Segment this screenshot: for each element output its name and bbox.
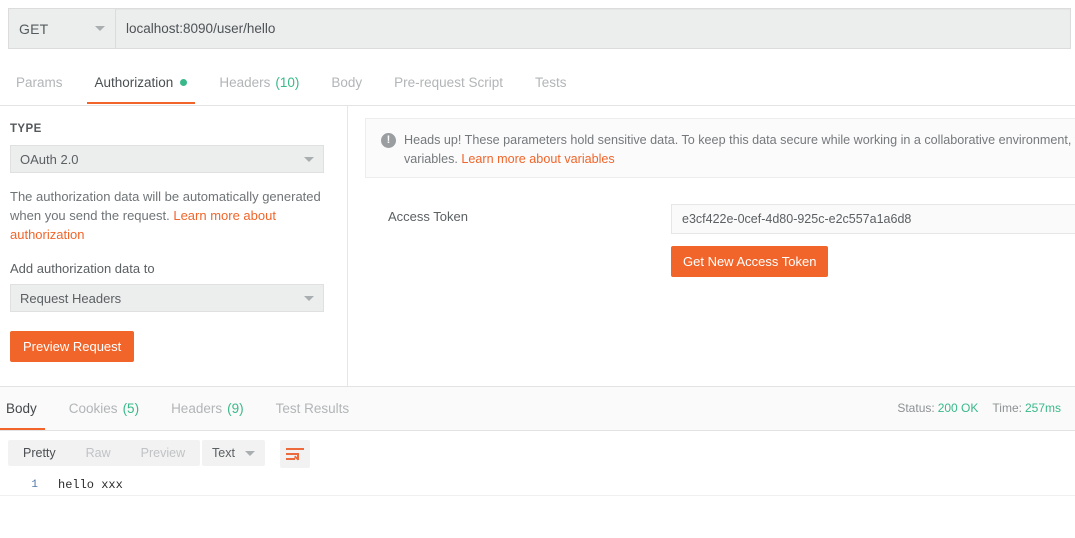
access-token-input[interactable]: e3cf422e-0cef-4d80-925c-e2c557a1a6d8 <box>671 204 1075 234</box>
response-format-value: Text <box>212 446 235 460</box>
url-value: localhost:8090/user/hello <box>126 21 276 36</box>
tab-headers-count: (10) <box>275 75 300 90</box>
time-value: 257ms <box>1024 401 1061 415</box>
learn-more-variables-link[interactable]: Learn more about variables <box>461 152 614 166</box>
wrap-lines-icon[interactable] <box>280 440 310 468</box>
tab-pre-request-script[interactable]: Pre-request Script <box>378 61 519 104</box>
tab-body-label: Body <box>331 75 363 90</box>
response-tab-test-results[interactable]: Test Results <box>260 387 366 430</box>
chevron-down-icon <box>304 156 314 162</box>
auth-active-dot-icon <box>180 79 188 86</box>
banner-message: Heads up! These parameters hold sensitiv… <box>404 131 1075 169</box>
status-label: Status: <box>897 401 935 415</box>
add-auth-data-value: Request Headers <box>20 290 122 306</box>
auth-help-text: The authorization data will be automatic… <box>10 187 328 244</box>
response-meta: Status: 200 OK Time: 257ms <box>897 401 1075 415</box>
response-tab-cookies[interactable]: Cookies (5) <box>53 387 155 430</box>
tab-tests-label: Tests <box>534 75 567 90</box>
tab-params-label: Params <box>16 75 63 90</box>
response-tab-body-label: Body <box>6 401 37 416</box>
chevron-down-icon <box>95 26 105 31</box>
response-tab-headers-label: Headers <box>171 401 223 416</box>
chevron-down-icon <box>244 450 255 456</box>
response-tab-headers-count: (9) <box>227 401 244 416</box>
response-tab-body[interactable]: Body <box>0 387 53 430</box>
response-view-mode-group: Pretty Raw Preview <box>8 440 201 466</box>
http-method-value: GET <box>19 20 49 37</box>
view-mode-pretty[interactable]: Pretty <box>8 440 71 466</box>
response-view-bar: Pretty Raw Preview Text <box>0 431 1075 475</box>
tab-tests[interactable]: Tests <box>519 61 583 104</box>
authorization-config-panel: TYPE OAuth 2.0 The authorization data wi… <box>0 105 348 386</box>
tab-params[interactable]: Params <box>0 61 79 104</box>
access-token-value: e3cf422e-0cef-4d80-925c-e2c557a1a6d8 <box>682 212 912 226</box>
preview-request-button[interactable]: Preview Request <box>10 331 135 362</box>
response-body-viewer[interactable]: 1 hello xxx <box>0 475 1075 538</box>
response-tabs: Body Cookies (5) Headers (9) Test Result… <box>0 387 365 430</box>
view-mode-preview[interactable]: Preview <box>126 440 200 466</box>
tab-authorization-label: Authorization <box>94 75 174 90</box>
http-method-select[interactable]: GET <box>8 8 115 49</box>
authorization-details-panel: ! Heads up! These parameters hold sensit… <box>349 105 1075 386</box>
chevron-down-icon <box>304 295 314 301</box>
line-number: 1 <box>31 479 38 491</box>
time-label: Time: <box>992 401 1022 415</box>
get-new-access-token-button[interactable]: Get New Access Token <box>671 246 829 277</box>
response-tab-cookies-label: Cookies <box>68 401 118 416</box>
tab-headers[interactable]: Headers (10) <box>203 61 315 104</box>
tab-headers-label: Headers <box>219 75 271 90</box>
response-tab-cookies-count: (5) <box>122 401 140 416</box>
url-input[interactable]: localhost:8090/user/hello <box>115 8 1071 49</box>
postman-window: GET localhost:8090/user/hello Params Aut… <box>0 0 1075 538</box>
sensitive-data-banner: ! Heads up! These parameters hold sensit… <box>365 118 1075 178</box>
view-mode-raw[interactable]: Raw <box>71 440 126 466</box>
tab-body[interactable]: Body <box>315 61 378 104</box>
access-token-label: Access Token <box>388 209 468 224</box>
tab-authorization[interactable]: Authorization <box>79 61 204 104</box>
auth-type-select[interactable]: OAuth 2.0 <box>10 145 324 173</box>
auth-type-label: TYPE <box>10 123 42 135</box>
access-token-row: Access Token e3cf422e-0cef-4d80-925c-e2c… <box>365 204 1075 277</box>
tab-pre-request-script-label: Pre-request Script <box>394 75 503 90</box>
status-value: 200 OK <box>937 401 979 415</box>
auth-type-value: OAuth 2.0 <box>20 151 79 167</box>
response-tab-test-results-label: Test Results <box>275 401 350 416</box>
line-content: hello xxx <box>58 478 123 492</box>
banner-line-1: Heads up! These parameters hold sensitiv… <box>404 133 1075 147</box>
add-auth-data-select[interactable]: Request Headers <box>10 284 324 312</box>
add-auth-data-label: Add authorization data to <box>10 261 155 276</box>
request-tab-bar: Params Authorization Headers (10) Body P… <box>0 61 1075 106</box>
response-tab-bar: Body Cookies (5) Headers (9) Test Result… <box>0 386 1075 431</box>
response-format-select[interactable]: Text <box>202 440 265 466</box>
banner-line-2: variables. <box>404 152 462 166</box>
code-line: 1 hello xxx <box>0 475 1075 496</box>
info-exclamation-icon: ! <box>381 133 396 148</box>
response-tab-headers[interactable]: Headers (9) <box>155 387 260 430</box>
request-url-bar: GET localhost:8090/user/hello <box>0 0 1075 57</box>
